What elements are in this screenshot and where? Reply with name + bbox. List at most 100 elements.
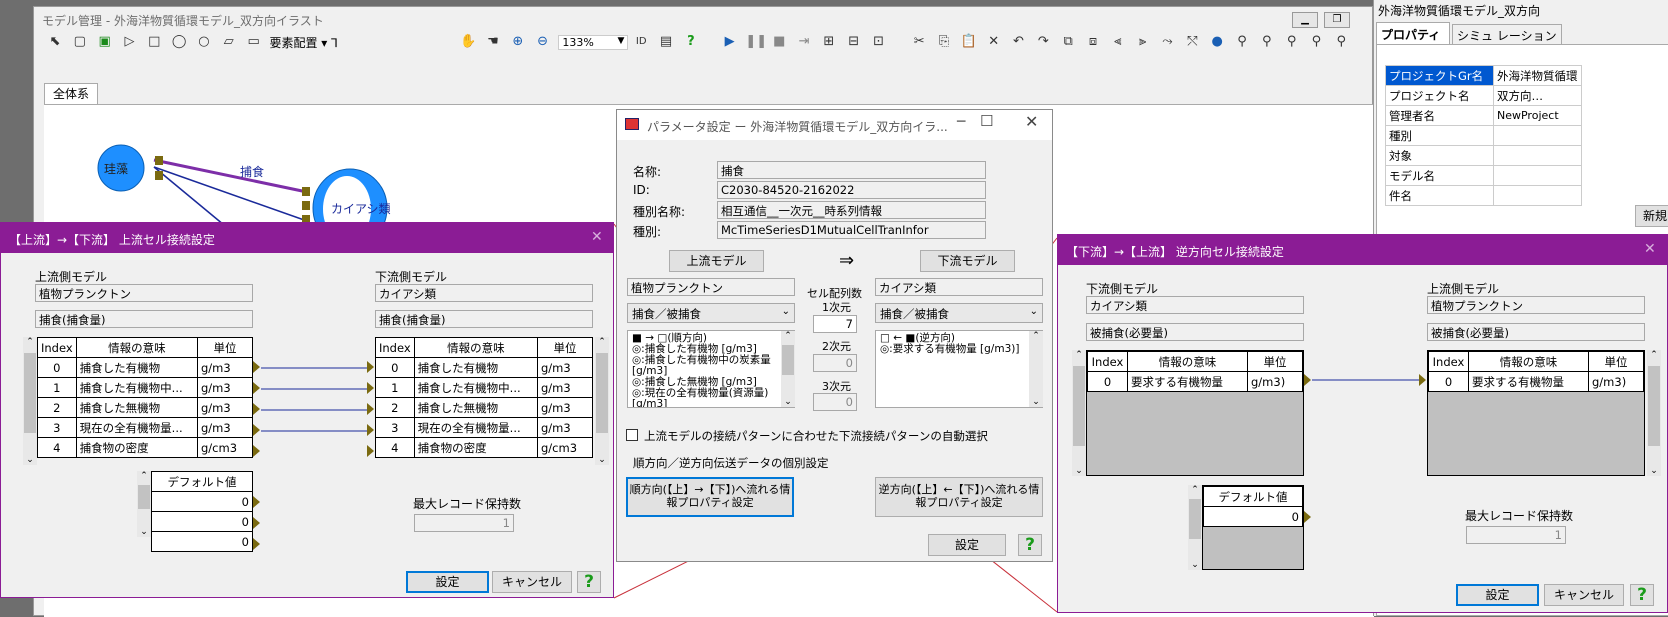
cell-meaning: 現在の全有機物量... <box>413 417 539 438</box>
table-row[interactable]: 0 捕食した有機物 g/m3 <box>375 357 593 378</box>
dim2-label: 2次元 <box>822 340 851 353</box>
param-up-select[interactable]: 捕食／被捕食 ⌄ <box>627 303 795 323</box>
table-row[interactable]: 3 現在の全有機物量... g/m3 <box>375 417 593 438</box>
param-down-select[interactable]: 捕食／被捕食 ⌄ <box>875 303 1043 323</box>
param-maximize-button[interactable]: ☐ <box>980 112 993 130</box>
param-kind-name-label: 種別名称: <box>633 205 686 219</box>
default-value[interactable]: 0 <box>1203 506 1303 527</box>
up-model-field: 植物プランクトン <box>35 284 253 302</box>
table-row[interactable]: 1 捕食した有機物中... g/m3 <box>375 377 593 398</box>
param-up-list[interactable]: ■ → □(順方向) ◎:捕食した有機物 [g/m3] ◎:捕食した有機物中の炭… <box>627 330 795 408</box>
up-table-scrollbar-right[interactable]: ⌃ ⌄ <box>595 337 609 465</box>
param-kind-field: McTimeSeriesD1MutualCellTranInfor <box>717 221 986 239</box>
down-table-scrollbar-right[interactable]: ⌃ ⌄ <box>1647 350 1661 476</box>
cell-meaning: 捕食した有機物 <box>75 357 199 378</box>
param-up-model-field: 植物プランクトン <box>627 278 795 296</box>
auto-select-checkbox[interactable] <box>626 429 638 441</box>
scroll-up-icon[interactable]: ⌃ <box>1647 350 1661 360</box>
list-item[interactable]: ◎:要求する有機物量 [g/m3)] <box>880 344 1026 355</box>
up-set-button[interactable]: 設定 <box>406 571 489 593</box>
cell-index: 0 <box>1087 371 1128 392</box>
dim1-input[interactable]: 7 <box>813 315 857 333</box>
table-row[interactable]: 1 捕食した有機物中... g/m3 <box>37 377 253 398</box>
upstream-model-button[interactable]: 上流モデル <box>669 250 764 272</box>
down-dest-grid: Index 情報の意味 単位 0 要求する有機物量 g/m3) <box>1427 350 1645 476</box>
up-help-button[interactable]: ? <box>577 571 601 593</box>
table-row[interactable]: 2 捕食した無機物 g/m3 <box>37 397 253 418</box>
downstream-model-button[interactable]: 下流モデル <box>920 250 1015 272</box>
scroll-up-icon[interactable]: ⌃ <box>1072 350 1086 360</box>
scroll-up-icon[interactable]: ⌃ <box>781 331 795 341</box>
table-row[interactable]: 3 現在の全有機物量... g/m3 <box>37 417 253 438</box>
reverse-property-label: 逆方向(【上】←【下】)へ流れる情報プロパティ設定 <box>878 483 1040 509</box>
col-index: Index <box>1428 351 1469 372</box>
down-source-grid: Index 情報の意味 単位 0 要求する有機物量 g/m3) <box>1086 350 1304 476</box>
up-cancel-button[interactable]: キャンセル <box>492 571 572 593</box>
table-row[interactable]: 0 捕食した有機物 g/m3 <box>37 357 253 378</box>
down-model-field: カイアシ類 <box>1086 296 1304 314</box>
forward-property-label: 順方向(【上】→【下】)へ流れる情報プロパティ設定 <box>629 483 791 509</box>
scroll-down-icon[interactable]: ⌄ <box>1188 560 1202 570</box>
up-dialog-close-button[interactable]: ✕ <box>591 229 603 245</box>
default-value[interactable]: 0 <box>151 511 253 532</box>
forward-property-button[interactable]: 順方向(【上】→【下】)へ流れる情報プロパティ設定 <box>626 477 794 517</box>
cell-index: 2 <box>37 397 77 418</box>
col-index: Index <box>37 337 77 358</box>
scroll-up-icon[interactable]: ⌃ <box>23 337 37 347</box>
table-row[interactable]: 4 捕食物の密度 g/cm3 <box>37 437 253 458</box>
auto-select-label: 上流モデルの接続パターンに合わせた下流接続パターンの自動選択 <box>644 429 988 443</box>
param-down-list-scrollbar[interactable]: ⌃ ⌄ <box>1029 331 1043 407</box>
table-row[interactable]: 0 要求する有機物量 g/m3) <box>1428 371 1644 392</box>
default-value[interactable]: 0 <box>151 531 253 552</box>
up-max-records-field: 1 <box>414 514 514 532</box>
col-unit: 単位 <box>1588 351 1644 372</box>
section-label: 順方向／逆方向伝送データの個別設定 <box>633 456 829 470</box>
param-set-button[interactable]: 設定 <box>928 534 1006 556</box>
cell-unit: g/m3 <box>197 417 253 438</box>
default-scrollbar[interactable]: ⌃ ⌄ <box>137 471 151 537</box>
param-up-list-scrollbar[interactable]: ⌃ ⌄ <box>781 331 795 407</box>
list-item[interactable]: ◎:捕食した有機物中の炭素量 [g/m3] <box>632 355 778 377</box>
scroll-down-icon[interactable]: ⌄ <box>1647 466 1661 476</box>
param-id-label: ID: <box>633 183 650 197</box>
cell-index: 1 <box>375 377 415 398</box>
reverse-property-button[interactable]: 逆方向(【上】←【下】)へ流れる情報プロパティ設定 <box>875 477 1043 517</box>
scroll-down-icon[interactable]: ⌄ <box>1072 466 1086 476</box>
cell-unit: g/cm3 <box>197 437 253 458</box>
param-minimize-button[interactable]: ─ <box>957 114 965 130</box>
scroll-down-icon[interactable]: ⌄ <box>23 455 37 465</box>
col-meaning: 情報の意味 <box>75 337 199 358</box>
param-kind-name-field: 相互通信__一次元__時系列情報 <box>717 201 986 219</box>
col-index: Index <box>1087 351 1128 372</box>
param-kind-label: 種別: <box>633 225 662 239</box>
down-table-scrollbar-left[interactable]: ⌃ ⌄ <box>1072 350 1086 476</box>
scroll-up-icon[interactable]: ⌃ <box>1029 331 1043 341</box>
scroll-down-icon[interactable]: ⌄ <box>595 455 609 465</box>
dim3-label: 3次元 <box>822 380 851 393</box>
down-default-scrollbar[interactable]: ⌃ ⌄ <box>1188 485 1202 570</box>
param-down-list[interactable]: □ ← ■(逆方向) ◎:要求する有機物量 [g/m3)] <box>875 330 1043 408</box>
down-help-button[interactable]: ? <box>1630 584 1654 606</box>
up-table-scrollbar-left[interactable]: ⌃ ⌄ <box>23 337 37 465</box>
scroll-down-icon[interactable]: ⌄ <box>781 397 795 407</box>
cell-meaning: 捕食した無機物 <box>75 397 199 418</box>
col-unit: 単位 <box>1247 351 1303 372</box>
param-name-field[interactable]: 捕食 <box>717 161 986 179</box>
table-row[interactable]: 4 捕食物の密度 g/cm3 <box>375 437 593 458</box>
param-up-select-value: 捕食／被捕食 <box>632 307 701 321</box>
param-close-button[interactable]: ✕ <box>1025 112 1038 131</box>
param-id-field: C2030-84520-2162022 <box>717 181 986 199</box>
scroll-up-icon[interactable]: ⌃ <box>1188 485 1202 495</box>
table-row[interactable]: 0 要求する有機物量 g/m3) <box>1087 371 1303 392</box>
scroll-up-icon[interactable]: ⌃ <box>137 471 151 481</box>
default-value[interactable]: 0 <box>151 491 253 512</box>
scroll-up-icon[interactable]: ⌃ <box>595 337 609 347</box>
down-set-button[interactable]: 設定 <box>1456 584 1539 606</box>
table-row[interactable]: 2 捕食した無機物 g/m3 <box>375 397 593 418</box>
scroll-down-icon[interactable]: ⌄ <box>1029 397 1043 407</box>
scroll-down-icon[interactable]: ⌄ <box>137 527 151 537</box>
down-dialog-close-button[interactable]: ✕ <box>1644 241 1656 257</box>
param-help-button[interactable]: ? <box>1018 534 1042 556</box>
down-cancel-button[interactable]: キャンセル <box>1544 584 1624 606</box>
list-item[interactable]: ◎:現在の全有機物量(資源量) [g/m3] <box>632 388 778 408</box>
